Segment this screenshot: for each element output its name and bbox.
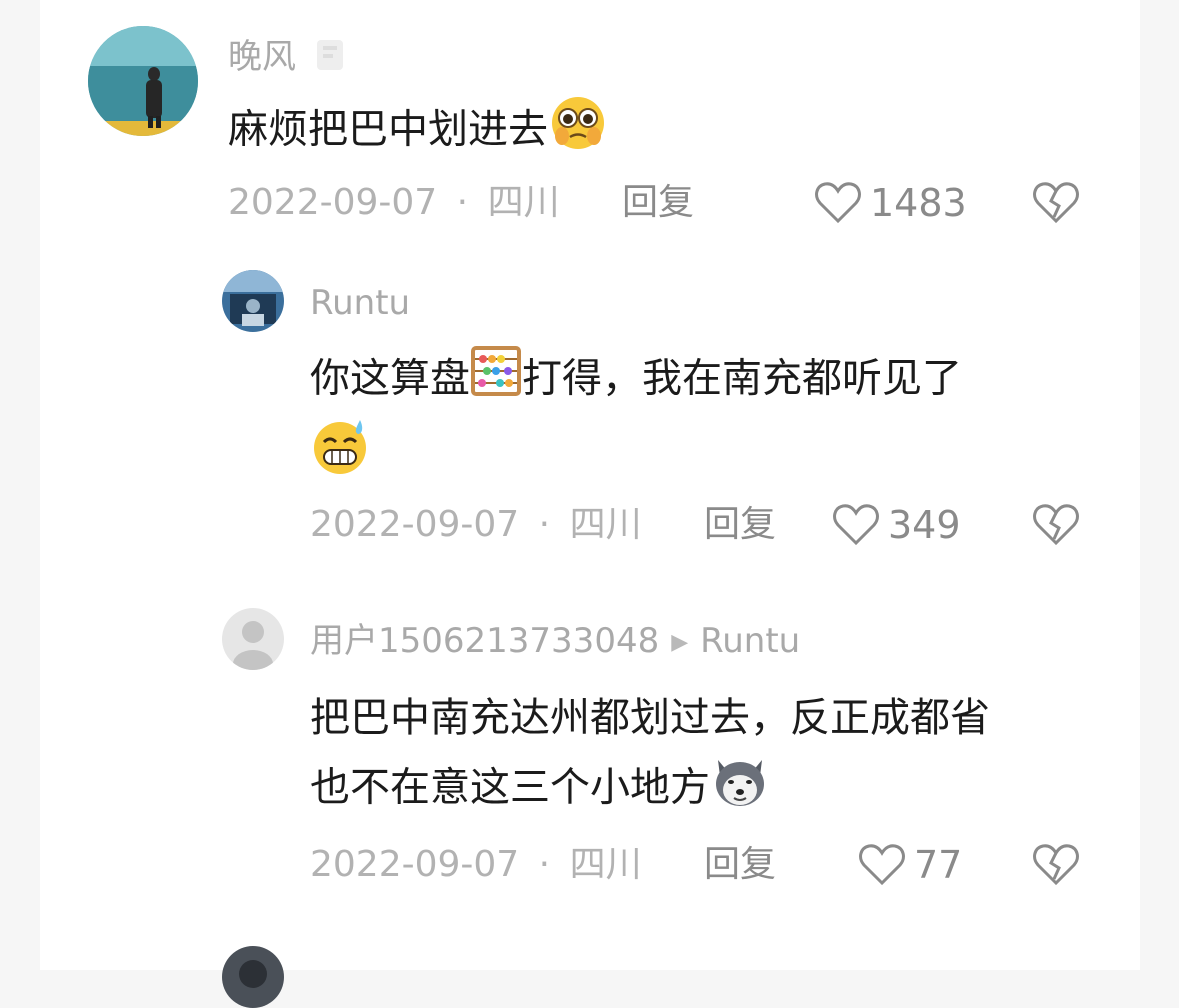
like-button[interactable]: 349: [832, 503, 961, 547]
husky-dog-icon: [710, 750, 770, 829]
comment-region: 四川: [569, 504, 642, 545]
pleading-face-icon: [548, 92, 608, 171]
comment-date: 2022-09-07: [310, 844, 520, 885]
comment-date: 2022-09-07: [228, 182, 438, 223]
meta-separator: ·: [538, 504, 551, 545]
comment-region: 四川: [487, 182, 560, 223]
like-count: 77: [914, 843, 963, 887]
reply-button[interactable]: 回复: [704, 843, 776, 887]
like-button[interactable]: 77: [858, 843, 962, 887]
meta-separator: ·: [456, 182, 469, 223]
grinning-sweat-face-icon: [310, 416, 370, 495]
comment-region: 四川: [569, 844, 642, 885]
avatar[interactable]: [222, 608, 284, 670]
reply-to-username[interactable]: Runtu: [700, 621, 800, 661]
heart-icon: [859, 844, 905, 886]
abacus-icon: [470, 345, 522, 416]
reply-button[interactable]: 回复: [622, 181, 694, 225]
like-count: 1483: [870, 181, 967, 225]
user-badge-icon: [313, 34, 349, 83]
comment-text: 麻烦把巴中划进去: [228, 106, 548, 153]
heart-icon: [815, 182, 861, 224]
broken-heart-icon: [1033, 844, 1079, 886]
reply-button[interactable]: 回复: [704, 503, 776, 547]
comment-text-continued: 打得，我在南充都听见了: [522, 355, 962, 402]
avatar[interactable]: [88, 26, 198, 136]
comment-date: 2022-09-07: [310, 504, 520, 545]
reply-arrow-icon: ▶: [671, 629, 689, 655]
comment-text: 你这算盘: [310, 355, 470, 402]
meta-separator: ·: [538, 844, 551, 885]
comment-text: 把巴中南充达州都划过去，反正成都省: [310, 695, 990, 741]
like-count: 349: [888, 503, 961, 547]
username[interactable]: Runtu: [310, 283, 410, 323]
avatar[interactable]: [222, 946, 284, 1008]
broken-heart-icon: [1033, 182, 1079, 224]
heart-icon: [833, 504, 879, 546]
comment-text-continued: 也不在意这三个小地方: [310, 764, 710, 811]
like-button[interactable]: 1483: [814, 181, 967, 225]
dislike-button[interactable]: [1032, 843, 1080, 891]
avatar[interactable]: [222, 270, 284, 332]
broken-heart-icon: [1033, 504, 1079, 546]
username[interactable]: 晚风: [228, 37, 296, 77]
dislike-button[interactable]: [1032, 181, 1080, 229]
username[interactable]: 用户1506213733048: [310, 621, 659, 661]
dislike-button[interactable]: [1032, 503, 1080, 551]
